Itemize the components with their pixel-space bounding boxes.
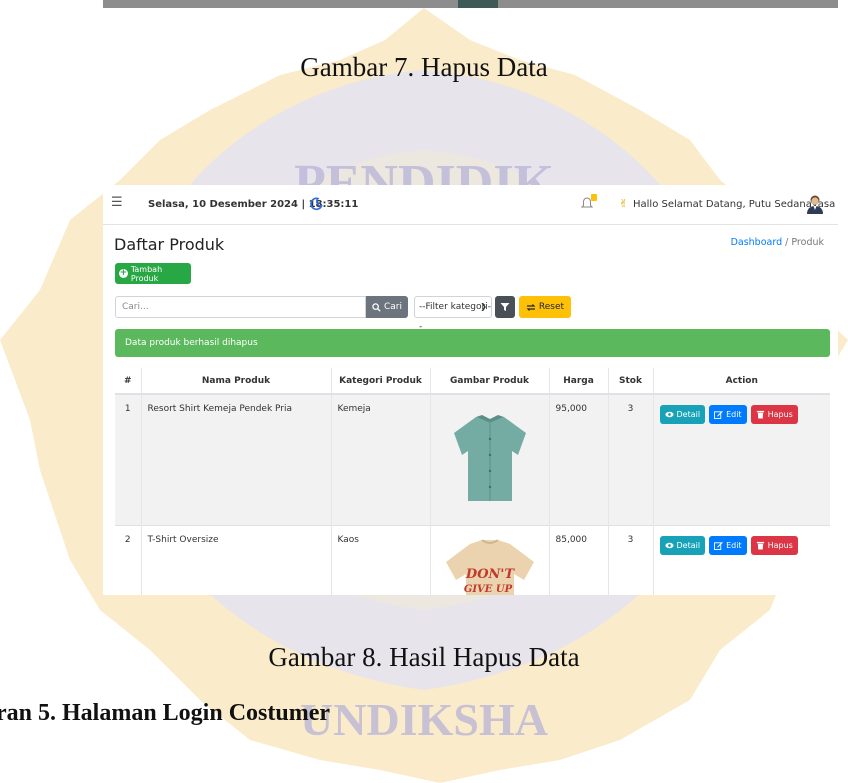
search-icon (372, 302, 381, 312)
product-name: T-Shirt Oversize (141, 524, 332, 595)
reset-button[interactable]: Reset (519, 296, 571, 318)
search-input[interactable]: Cari... (115, 296, 366, 318)
eye-icon (664, 542, 674, 548)
trash-icon (756, 410, 764, 419)
search-button[interactable]: Cari (366, 296, 408, 318)
action-cell: Detail Edit Hapus (653, 393, 830, 525)
detail-button[interactable]: Detail (659, 405, 706, 424)
success-alert: Data produk berhasil dihapus (115, 329, 830, 357)
table-header-row: # Nama Produk Kategori Produk Gambar Pro… (115, 368, 830, 395)
action-cell: Detail Edit Hapus (653, 524, 830, 595)
column-header-number: # (115, 368, 142, 395)
product-price: 95,000 (549, 393, 609, 525)
breadcrumb-separator: / (785, 237, 789, 248)
detail-button[interactable]: Detail (659, 535, 706, 555)
watermark-text-bottom: UNDIKSHA (300, 694, 548, 745)
product-image-cell: DON'T GIVE UP (430, 524, 550, 595)
table-row: 2 T-Shirt Oversize Kaos DON'T GIVE UP 85… (115, 524, 830, 595)
product-table: # Nama Produk Kategori Produk Gambar Pro… (115, 368, 830, 595)
edit-icon (714, 541, 723, 550)
edit-label: Edit (726, 410, 742, 419)
add-product-label: Tambah Produk (130, 264, 163, 283)
page-title: Daftar Produk (114, 235, 225, 254)
product-image-cell (430, 393, 550, 525)
add-product-button[interactable]: + Tambah Produk (115, 263, 191, 284)
moon-icon[interactable] (309, 197, 323, 211)
column-header-category: Kategori Produk (331, 368, 431, 395)
delete-button[interactable]: Hapus (750, 535, 798, 555)
refresh-icon (526, 303, 536, 311)
product-category: Kemeja (331, 393, 431, 525)
waving-hand-icon: ✌ (619, 197, 629, 210)
edit-label: Edit (726, 540, 742, 550)
delete-button[interactable]: Hapus (750, 405, 798, 424)
tshirt-print-text-1: DON'T (464, 567, 514, 582)
breadcrumb-current: Produk (791, 237, 824, 248)
section-heading: ran 5. Halaman Login Costumer (0, 700, 331, 726)
datetime-display: Selasa, 10 Desember 2024 | 18:35:11 (148, 199, 359, 210)
beige-tshirt-image: DON'T GIVE UP (445, 538, 534, 595)
breadcrumb-dashboard-link[interactable]: Dashboard (731, 237, 783, 248)
admin-product-screenshot: ☰ Selasa, 10 Desember 2024 | 18:35:11 ✌ … (103, 185, 838, 595)
plus-circle-icon: + (119, 268, 128, 278)
filter-icon (500, 303, 510, 311)
top-navbar: ☰ Selasa, 10 Desember 2024 | 18:35:11 ✌ … (103, 185, 838, 225)
row-number: 2 (115, 524, 142, 595)
delete-label: Hapus (767, 410, 793, 419)
product-stock: 3 (608, 524, 654, 595)
hamburger-icon[interactable]: ☰ (111, 195, 123, 210)
edit-icon (714, 410, 723, 419)
category-filter-select[interactable]: --Filter kategori-- ❯ (414, 296, 492, 332)
product-name: Resort Shirt Kemeja Pendek Pria (141, 393, 332, 525)
eye-icon (664, 411, 674, 418)
table-row: 1 Resort Shirt Kemeja Pendek Pria Kemeja… (115, 393, 830, 525)
previous-screenshot-edge (103, 0, 838, 8)
column-header-name: Nama Produk (141, 368, 332, 395)
product-stock: 3 (608, 393, 654, 525)
trash-icon (756, 541, 764, 550)
column-header-image: Gambar Produk (430, 368, 550, 395)
row-number: 1 (115, 393, 142, 525)
breadcrumb: Dashboard / Produk (731, 237, 824, 248)
product-category: Kaos (331, 524, 431, 595)
detail-label: Detail (676, 540, 701, 550)
edit-button[interactable]: Edit (709, 535, 747, 555)
user-avatar-icon[interactable] (804, 193, 826, 215)
detail-label: Detail (676, 410, 701, 419)
tshirt-print-text-2: GIVE UP (463, 584, 512, 595)
column-header-stock: Stok (608, 368, 654, 395)
chevron-down-icon: ❯ (480, 302, 487, 311)
reset-button-label: Reset (538, 302, 565, 312)
product-price: 85,000 (549, 524, 609, 595)
column-header-price: Harga (549, 368, 609, 395)
figure-caption-7: Gambar 7. Hapus Data (300, 52, 548, 82)
notification-badge (591, 194, 597, 201)
figure-caption-8: Gambar 8. Hasil Hapus Data (268, 642, 580, 672)
search-button-label: Cari (384, 302, 402, 312)
teal-shirt-image (453, 415, 526, 501)
column-header-action: Action (653, 368, 830, 395)
delete-label: Hapus (767, 540, 793, 550)
edit-button[interactable]: Edit (709, 405, 747, 424)
filter-button[interactable] (495, 296, 515, 318)
